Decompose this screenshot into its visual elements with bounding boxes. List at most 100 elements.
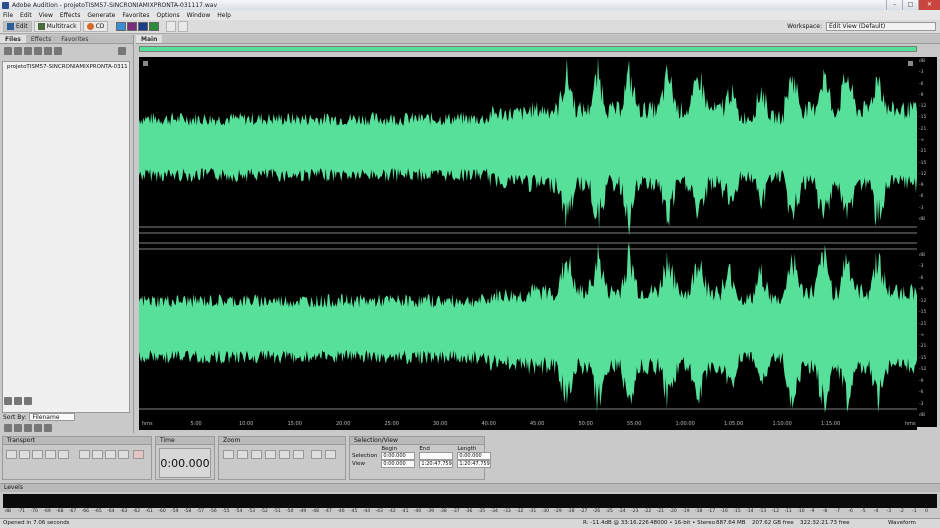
level-tick-label: -67 — [68, 509, 77, 514]
level-tick-label: -21 — [656, 509, 665, 514]
zoom-navigator-bar[interactable] — [139, 46, 917, 52]
go-to-start-button[interactable] — [79, 450, 90, 459]
zoom-in-horizontal-button[interactable] — [223, 450, 234, 459]
db-tick-label: -3 — [919, 205, 924, 211]
show-audio-icon[interactable] — [4, 424, 12, 432]
zoom-in-vertical-button[interactable] — [293, 450, 304, 459]
play-preview-icon[interactable] — [4, 397, 12, 405]
level-tick-label: -58 — [183, 509, 192, 514]
display-pan-icon[interactable] — [138, 22, 149, 31]
waveform-display[interactable] — [139, 57, 917, 423]
selection-begin-field[interactable]: 0:00.000 — [381, 452, 416, 460]
db-tick-label: -15 — [919, 310, 927, 316]
zoom-out-full-button[interactable] — [251, 450, 262, 459]
show-full-path-icon[interactable] — [44, 424, 52, 432]
loop-preview-icon[interactable] — [14, 397, 22, 405]
selection-label: Selection — [352, 453, 378, 459]
waveform-shape — [139, 242, 917, 413]
tab-effects[interactable]: Effects — [26, 35, 56, 43]
multitrack-view-button[interactable]: Multitrack — [33, 21, 81, 32]
workspace-dropdown[interactable]: Edit View (Default) — [826, 22, 936, 31]
tab-favorites[interactable]: Favorites — [56, 35, 93, 43]
menu-file[interactable]: File — [3, 12, 13, 19]
menu-help[interactable]: Help — [217, 12, 231, 19]
level-tick-label: -64 — [107, 509, 115, 514]
db-tick-label: dB — [919, 413, 925, 418]
rewind-button[interactable] — [92, 450, 103, 459]
zoom-to-left-edge-button[interactable] — [265, 450, 276, 459]
record-button[interactable] — [133, 450, 144, 459]
level-tick-label: -4 — [873, 509, 879, 514]
level-tick-label: -37 — [452, 509, 460, 514]
zoom-out-horizontal-button[interactable] — [237, 450, 248, 459]
db-tick-label: dB — [919, 217, 925, 222]
db-tick-label: -21 — [919, 126, 927, 132]
scrub-tool-icon[interactable] — [178, 21, 189, 32]
tab-files[interactable]: Files — [0, 35, 26, 43]
zoom-corner-icon[interactable] — [143, 61, 148, 66]
view-end-field[interactable]: 1:20:47.759 — [419, 460, 454, 468]
edit-file-icon[interactable] — [44, 47, 52, 55]
panel-options-icon[interactable] — [118, 47, 126, 55]
menu-effects[interactable]: Effects — [60, 12, 80, 19]
show-midi-icon[interactable] — [34, 424, 42, 432]
tab-main[interactable]: Main — [136, 35, 163, 43]
time-selection-tool-icon[interactable] — [166, 21, 177, 32]
level-tick-label: -54 — [235, 509, 243, 514]
db-tick-label: -15 — [919, 115, 927, 121]
time-ruler: hms 5:00 10:00 15:00 20:00 25:00 30:00 40:00 45:… — [139, 420, 917, 430]
sort-by-dropdown[interactable]: Filename — [29, 413, 76, 421]
menu-view[interactable]: View — [39, 12, 53, 19]
db-tick-label: -3 — [919, 264, 924, 270]
edit-view-button[interactable]: Edit — [3, 21, 32, 32]
db-tick-label: -15 — [919, 355, 927, 361]
files-panel: Files Effects Favorites projetoTISM57-SI… — [0, 35, 134, 433]
window-title: Adobe Audition - projetoTISM57-SINCRONIA… — [12, 1, 218, 9]
show-loops-icon[interactable] — [14, 424, 22, 432]
pause-button[interactable] — [32, 450, 43, 459]
waveform-channel-right — [139, 242, 917, 413]
db-tick-label: -6 — [919, 194, 924, 200]
close-file-icon[interactable] — [14, 47, 22, 55]
menu-favorites[interactable]: Favorites — [122, 12, 149, 19]
import-file-icon[interactable] — [4, 47, 12, 55]
play-to-end-button[interactable] — [45, 450, 56, 459]
list-item[interactable]: projetoTISM57-SINCRONIAMIXPRONTA-0311 — [3, 62, 129, 72]
display-spectral-icon[interactable] — [127, 22, 138, 31]
zoom-out-vertical-button[interactable] — [311, 450, 322, 459]
menu-options[interactable]: Options — [156, 12, 179, 19]
cd-view-button[interactable]: CD — [82, 21, 109, 32]
show-video-icon[interactable] — [24, 424, 32, 432]
level-tick-label: -38 — [439, 509, 447, 514]
level-tick-label: -33 — [503, 509, 511, 514]
level-tick-label: -44 — [362, 509, 371, 514]
play-button[interactable] — [19, 450, 30, 459]
zoom-to-right-edge-button[interactable] — [279, 450, 290, 459]
menu-generate[interactable]: Generate — [87, 12, 115, 19]
zoom-corner-icon[interactable] — [908, 61, 913, 66]
fast-forward-button[interactable] — [105, 450, 116, 459]
view-length-field[interactable]: 1:20:47.759 — [457, 460, 492, 468]
menu-edit[interactable]: Edit — [20, 12, 32, 19]
zoom-selection-button[interactable] — [325, 450, 336, 459]
insert-cd-icon[interactable] — [34, 47, 42, 55]
close-button[interactable]: ✕ — [918, 0, 940, 10]
autoplay-icon[interactable] — [54, 47, 62, 55]
minimize-button[interactable]: – — [886, 0, 902, 10]
selection-length-field[interactable]: 0:00.000 — [457, 452, 492, 460]
menu-window[interactable]: Window — [187, 12, 211, 19]
maximize-button[interactable]: □ — [902, 0, 918, 10]
volume-icon[interactable] — [24, 397, 32, 405]
status-file-size: 887.64 MB — [716, 520, 746, 526]
level-tick-label: -52 — [260, 509, 268, 514]
go-to-end-button[interactable] — [118, 450, 129, 459]
ruler-tick-label: 5:00 — [190, 421, 202, 427]
display-waveform-icon[interactable] — [116, 22, 127, 31]
view-begin-field[interactable]: 0:00.000 — [381, 460, 416, 468]
stop-button[interactable] — [6, 450, 17, 459]
display-phase-icon[interactable] — [149, 22, 160, 31]
waveform-edit-icon — [7, 23, 14, 30]
insert-multitrack-icon[interactable] — [24, 47, 32, 55]
loop-button[interactable] — [58, 450, 69, 459]
selection-end-field[interactable] — [419, 452, 454, 460]
